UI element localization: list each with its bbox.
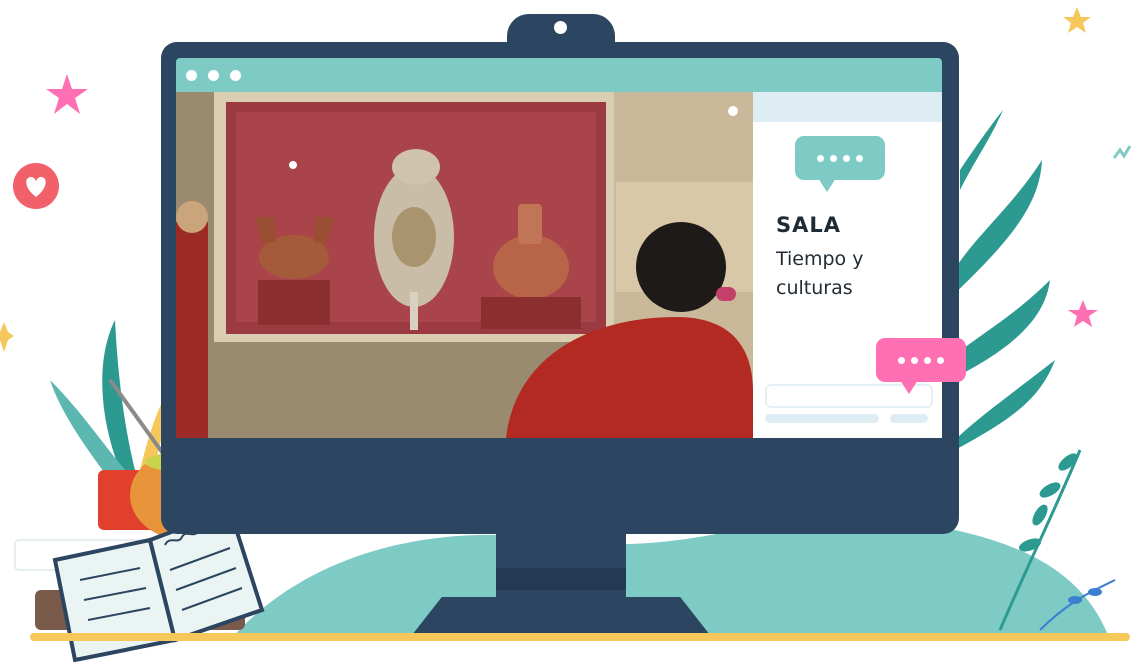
shelf-line bbox=[30, 633, 1130, 641]
star-icon bbox=[0, 322, 14, 352]
panel-subtitle-line: Tiempo y bbox=[776, 248, 864, 270]
star-icon bbox=[1063, 7, 1091, 33]
window-dot-icon[interactable] bbox=[208, 70, 219, 81]
speech-bubble-icon bbox=[876, 338, 966, 382]
heart-icon bbox=[13, 163, 59, 209]
window-dot-icon[interactable] bbox=[230, 70, 241, 81]
museum-scene bbox=[176, 92, 753, 438]
panel-subtitle: Tiempo y culturas bbox=[776, 245, 936, 303]
right-leaf-top bbox=[960, 110, 1003, 190]
monitor-base bbox=[412, 597, 710, 635]
monitor-neck bbox=[496, 532, 626, 602]
window-dot-icon[interactable] bbox=[186, 70, 197, 81]
right-leaf-low bbox=[955, 360, 1055, 450]
star-icon bbox=[1068, 300, 1098, 327]
panel-subtitle-line: culturas bbox=[776, 277, 853, 299]
squiggle-mark bbox=[1112, 145, 1132, 159]
browser-title-bar bbox=[176, 58, 942, 92]
speech-bubble-icon bbox=[795, 136, 885, 180]
webcam-icon bbox=[554, 21, 567, 34]
star-icon bbox=[46, 74, 88, 114]
chat-bubble-teal[interactable] bbox=[795, 136, 885, 180]
info-panel-header bbox=[753, 92, 942, 122]
chat-bubble-pink[interactable] bbox=[876, 338, 966, 382]
chat-bubble-tail bbox=[900, 380, 918, 394]
placeholder-line bbox=[765, 414, 879, 423]
panel-heading: SALA bbox=[776, 213, 842, 237]
chat-bubble-tail bbox=[818, 178, 836, 192]
placeholder-line bbox=[890, 414, 928, 423]
museum-photo bbox=[176, 92, 753, 438]
monitor-neck-shade bbox=[496, 568, 626, 590]
